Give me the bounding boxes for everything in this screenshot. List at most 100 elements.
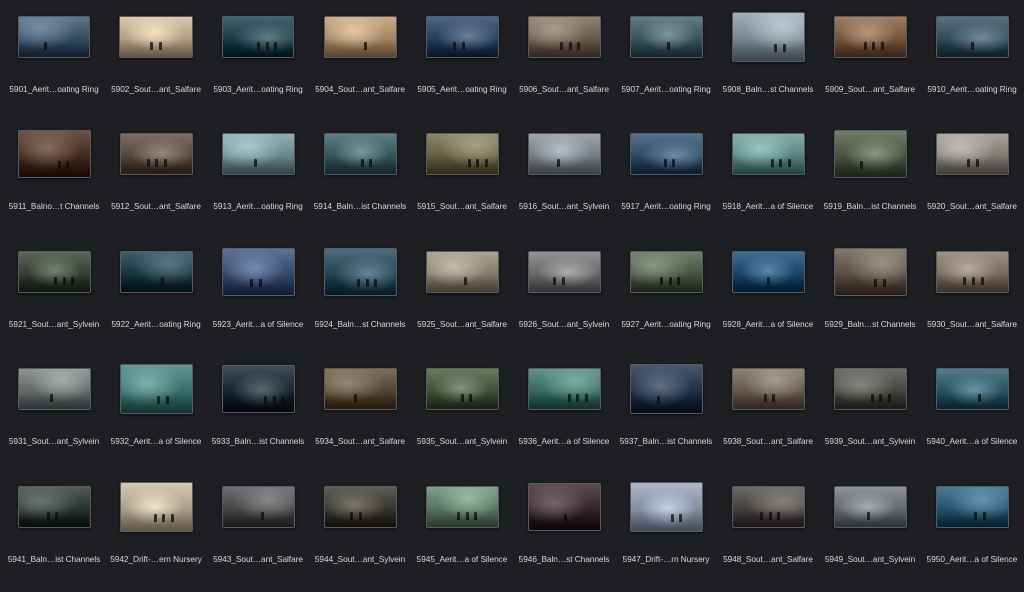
file-tile[interactable]: 5914_Baln…ist Channels xyxy=(309,121,411,239)
file-tile[interactable]: 5902_Sout…ant_Salfare xyxy=(105,4,207,122)
image-thumbnail[interactable] xyxy=(221,133,295,175)
file-tile[interactable]: 5928_Aerit…a of Silence xyxy=(717,239,819,357)
image-thumbnail[interactable] xyxy=(17,130,91,178)
image-thumbnail[interactable] xyxy=(323,133,397,175)
file-tile[interactable]: 5905_Aerit…oating Ring xyxy=(411,4,513,122)
file-tile[interactable]: 5930_Sout…ant_Salfare xyxy=(921,239,1023,357)
file-tile[interactable]: 5916_Sout…ant_Sylvein xyxy=(513,121,615,239)
file-tile[interactable]: 5920_Sout…ant_Salfare xyxy=(921,121,1023,239)
image-thumbnail[interactable] xyxy=(119,133,193,175)
file-tile[interactable]: 5935_Sout…ant_Sylvein xyxy=(411,356,513,474)
file-tile[interactable]: 5904_Sout…ant_Salfare xyxy=(309,4,411,122)
file-tile[interactable]: 5941_Baln…ist Channels xyxy=(3,474,105,592)
file-tile[interactable]: 5924_Baln…st Channels xyxy=(309,239,411,357)
image-thumbnail[interactable] xyxy=(119,16,193,58)
image-thumbnail[interactable] xyxy=(221,248,295,296)
file-tile[interactable]: 5901_Aerit…oating Ring xyxy=(3,4,105,122)
file-tile[interactable]: 5931_Sout…ant_Sylvein xyxy=(3,356,105,474)
image-thumbnail[interactable] xyxy=(833,486,907,528)
image-thumbnail[interactable] xyxy=(425,251,499,293)
file-tile[interactable]: 5944_Sout…ant_Sylvein xyxy=(309,474,411,592)
image-thumbnail[interactable] xyxy=(935,133,1009,175)
image-thumbnail[interactable] xyxy=(17,486,91,528)
image-thumbnail[interactable] xyxy=(221,365,295,413)
file-tile[interactable]: 5949_Sout…ant_Sylvein xyxy=(819,474,921,592)
image-thumbnail[interactable] xyxy=(731,12,805,62)
file-tile[interactable]: 5940_Aerit…a of Silence xyxy=(921,356,1023,474)
image-thumbnail[interactable] xyxy=(935,251,1009,293)
file-tile[interactable]: 5908_Baln…st Channels xyxy=(717,4,819,122)
file-tile[interactable]: 5903_Aerit…oating Ring xyxy=(207,4,309,122)
file-tile[interactable]: 5910_Aerit…oating Ring xyxy=(921,4,1023,122)
image-thumbnail[interactable] xyxy=(18,16,90,58)
image-thumbnail[interactable] xyxy=(527,16,601,58)
image-thumbnail[interactable] xyxy=(629,133,703,175)
image-thumbnail[interactable] xyxy=(527,483,601,531)
file-tile[interactable]: 5925_Sout…ant_Salfare xyxy=(411,239,513,357)
image-thumbnail[interactable] xyxy=(119,482,193,532)
file-tile[interactable]: 5948_Sout…ant_Salfare xyxy=(717,474,819,592)
image-thumbnail[interactable] xyxy=(833,130,907,178)
file-tile[interactable]: 5921_Sout…ant_Sylvein xyxy=(3,239,105,357)
image-thumbnail[interactable] xyxy=(425,486,499,528)
image-thumbnail[interactable] xyxy=(17,368,91,410)
image-thumbnail[interactable] xyxy=(119,364,193,414)
file-tile[interactable]: 5942_Drift-…ern Nursery xyxy=(105,474,207,592)
image-thumbnail[interactable] xyxy=(935,486,1009,528)
image-thumbnail[interactable] xyxy=(527,368,601,410)
image-thumbnail[interactable] xyxy=(629,16,703,58)
file-tile[interactable]: 5947_Drift-…rn Nursery xyxy=(615,474,717,592)
image-thumbnail[interactable] xyxy=(323,248,397,296)
image-thumbnail[interactable] xyxy=(935,16,1009,58)
file-tile[interactable]: 5945_Aerit…a of Silence xyxy=(411,474,513,592)
image-thumbnail[interactable] xyxy=(629,482,703,532)
file-tile[interactable]: 5950_Aerit…a of Silence xyxy=(921,474,1023,592)
image-thumbnail[interactable] xyxy=(629,251,703,293)
image-thumbnail[interactable] xyxy=(833,248,907,296)
image-thumbnail[interactable] xyxy=(935,368,1009,410)
file-tile[interactable]: 5943_Sout…ant_Salfare xyxy=(207,474,309,592)
file-tile[interactable]: 5918_Aerit…a of Silence xyxy=(717,121,819,239)
file-tile[interactable]: 5946_Baln…st Channels xyxy=(513,474,615,592)
image-thumbnail[interactable] xyxy=(323,486,397,528)
file-tile[interactable]: 5906_Sout…ant_Salfare xyxy=(513,4,615,122)
image-thumbnail[interactable] xyxy=(119,251,193,293)
image-thumbnail[interactable] xyxy=(527,133,601,175)
image-thumbnail[interactable] xyxy=(222,16,294,58)
image-thumbnail[interactable] xyxy=(17,251,91,293)
file-tile[interactable]: 5937_Baln…ist Channels xyxy=(615,356,717,474)
file-tile[interactable]: 5915_Sout…ant_Salfare xyxy=(411,121,513,239)
image-thumbnail[interactable] xyxy=(731,486,805,528)
file-tile[interactable]: 5907_Aerit…oating Ring xyxy=(615,4,717,122)
file-tile[interactable]: 5926_Sout…ant_Sylvein xyxy=(513,239,615,357)
file-tile[interactable]: 5927_Aerit…oating Ring xyxy=(615,239,717,357)
file-tile[interactable]: 5917_Aerit…oating Ring xyxy=(615,121,717,239)
image-thumbnail[interactable] xyxy=(629,364,703,414)
file-tile[interactable]: 5929_Baln…st Channels xyxy=(819,239,921,357)
image-thumbnail[interactable] xyxy=(221,486,295,528)
file-tile[interactable]: 5939_Sout…ant_Sylvein xyxy=(819,356,921,474)
image-thumbnail[interactable] xyxy=(425,16,499,58)
image-thumbnail[interactable] xyxy=(425,368,499,410)
image-thumbnail[interactable] xyxy=(833,368,907,410)
file-tile[interactable]: 5913_Aerit…oating Ring xyxy=(207,121,309,239)
image-thumbnail[interactable] xyxy=(527,251,601,293)
file-tile[interactable]: 5912_Sout…ant_Salfare xyxy=(105,121,207,239)
image-thumbnail[interactable] xyxy=(323,16,397,58)
file-tile[interactable]: 5919_Baln…ist Channels xyxy=(819,121,921,239)
file-tile[interactable]: 5922_Aerit…oating Ring xyxy=(105,239,207,357)
file-tile[interactable]: 5911_Balno…t Channels xyxy=(3,121,105,239)
file-tile[interactable]: 5933_Baln…ist Channels xyxy=(207,356,309,474)
file-tile[interactable]: 5909_Sout…ant_Salfare xyxy=(819,4,921,122)
file-tile[interactable]: 5938_Sout…ant_Salfare xyxy=(717,356,819,474)
file-tile[interactable]: 5932_Aerit…a of Silence xyxy=(105,356,207,474)
image-thumbnail[interactable] xyxy=(731,368,805,410)
file-tile[interactable]: 5936_Aerit…a of Silence xyxy=(513,356,615,474)
image-thumbnail[interactable] xyxy=(731,133,805,175)
image-thumbnail[interactable] xyxy=(833,16,907,58)
file-tile[interactable]: 5923_Aerit…a of Silence xyxy=(207,239,309,357)
image-thumbnail[interactable] xyxy=(731,251,805,293)
image-thumbnail[interactable] xyxy=(323,368,397,410)
image-thumbnail[interactable] xyxy=(425,133,499,175)
file-tile[interactable]: 5934_Sout…ant_Salfare xyxy=(309,356,411,474)
